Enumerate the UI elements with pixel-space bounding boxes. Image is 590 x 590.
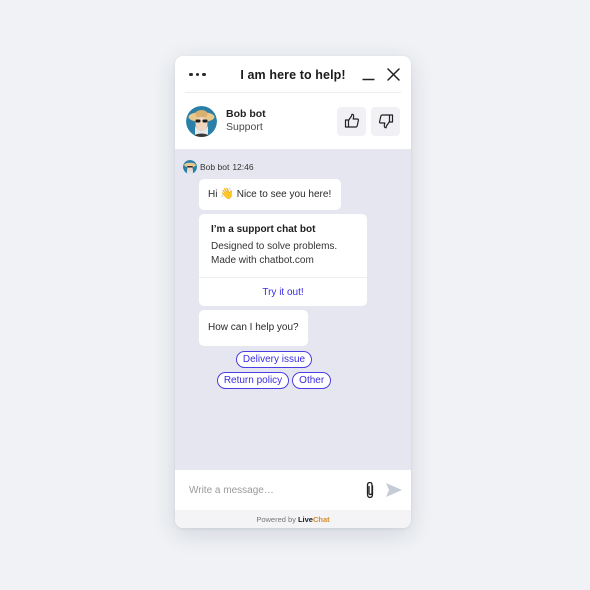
quick-replies: Delivery issue Return policy Other — [199, 351, 349, 389]
message-greeting: Hi 👋 Nice to see you here! — [199, 179, 342, 210]
send-icon — [386, 483, 402, 497]
message-meta: Bob bot 12:46 — [183, 160, 411, 174]
agent-name: Bob bot — [226, 108, 266, 120]
brand-name[interactable]: LiveChat — [298, 515, 330, 524]
minimize-button[interactable] — [361, 67, 376, 82]
minimize-icon — [362, 78, 375, 81]
brand-chat: Chat — [312, 514, 330, 524]
close-button[interactable] — [386, 67, 401, 82]
more-dots-icon[interactable] — [189, 72, 209, 77]
quick-reply-other[interactable]: Other — [292, 372, 332, 389]
card-title: I’m a support chat bot — [211, 224, 316, 235]
agent-header: Bob bot Support — [175, 93, 411, 150]
attach-button[interactable] — [361, 480, 379, 500]
bot-avatar-small — [183, 160, 197, 174]
thumbs-down-icon — [378, 114, 393, 129]
message-list: Bob bot 12:46 Hi 👋 Nice to see you here!… — [175, 150, 411, 470]
powered-by-footer: Powered by LiveChat — [175, 510, 411, 528]
message-input[interactable] — [189, 484, 355, 496]
paperclip-icon — [366, 481, 374, 499]
agent-avatar — [186, 105, 217, 137]
thumbs-up-icon — [344, 113, 359, 128]
agent-role: Support — [226, 121, 263, 133]
message-card: I’m a support chat bot Designed to solve… — [199, 214, 367, 306]
thumbs-up-button[interactable] — [337, 106, 366, 136]
close-icon — [387, 68, 400, 81]
card-line: Made with chatbot.com — [211, 255, 314, 266]
title-bar: I am here to help! — [175, 56, 411, 93]
message-help: How can I help you? — [199, 310, 308, 346]
try-it-out-button[interactable]: Try it out! — [199, 277, 367, 306]
brand-live: Live — [297, 514, 313, 524]
sender-name: Bob bot — [200, 162, 230, 172]
powered-by-text: Powered by — [256, 514, 296, 524]
message-time: 12:46 — [232, 162, 254, 172]
quick-reply-return-policy[interactable]: Return policy — [216, 372, 290, 389]
quick-reply-delivery-issue[interactable]: Delivery issue — [235, 351, 313, 368]
chat-widget: I am here to help! Bob bot Support Bob b… — [175, 56, 411, 528]
thumbs-down-button[interactable] — [371, 106, 400, 136]
send-button[interactable] — [385, 480, 403, 500]
card-line: Designed to solve problems. — [211, 241, 338, 252]
composer — [175, 470, 411, 510]
waving-hand-icon: 👋 — [220, 188, 234, 200]
greeting-prefix: Hi — [208, 189, 218, 200]
greeting-text: Nice to see you here! — [236, 189, 332, 200]
